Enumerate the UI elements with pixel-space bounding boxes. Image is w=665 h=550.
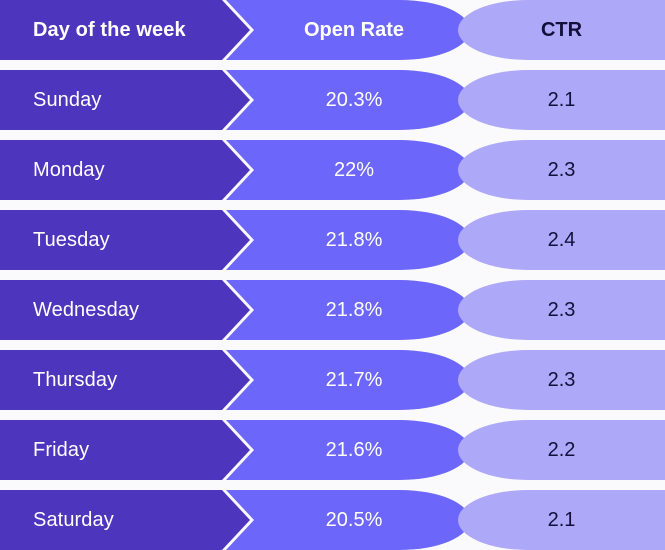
column-header-ctr: CTR [458,0,665,60]
column-header-day-label: Day of the week [33,19,186,41]
cell-open-rate: 21.8% [226,210,470,270]
cell-day-label: Sunday [33,89,102,111]
cell-open-rate-value: 21.8% [325,299,383,321]
cell-ctr: 2.2 [458,420,665,480]
cell-day: Friday [0,420,250,480]
cell-ctr-value: 2.2 [547,439,576,461]
table-row: Thursday 21.7% 2.3 [0,350,665,410]
cell-open-rate: 20.5% [226,490,470,550]
cell-open-rate: 21.8% [226,280,470,340]
cell-ctr-value: 2.1 [547,509,576,531]
cell-ctr: 2.3 [458,350,665,410]
table-row: Tuesday 21.8% 2.4 [0,210,665,270]
cell-open-rate-value: 20.3% [325,89,383,111]
cell-open-rate: 21.6% [226,420,470,480]
table-row: Wednesday 21.8% 2.3 [0,280,665,340]
cell-open-rate-value: 21.8% [325,229,383,251]
cell-ctr-value: 2.3 [547,369,576,391]
table-row: Sunday 20.3% 2.1 [0,70,665,130]
cell-day-label: Monday [33,159,105,181]
cell-ctr: 2.3 [458,140,665,200]
column-header-open-rate: Open Rate [226,0,470,60]
cell-ctr: 2.1 [458,490,665,550]
cell-day: Wednesday [0,280,250,340]
cell-day-label: Saturday [33,509,114,531]
cell-day: Sunday [0,70,250,130]
cell-ctr-value: 2.3 [547,299,576,321]
cell-open-rate-value: 20.5% [325,509,383,531]
engagement-table: Day of the week Open Rate CTR Sunday 20.… [0,0,665,550]
cell-day: Monday [0,140,250,200]
table-row: Monday 22% 2.3 [0,140,665,200]
cell-ctr-value: 2.3 [547,159,576,181]
cell-open-rate-value: 22% [333,159,375,181]
table-header-row: Day of the week Open Rate CTR [0,0,665,60]
cell-open-rate: 22% [226,140,470,200]
cell-open-rate-value: 21.7% [325,369,383,391]
cell-open-rate-value: 21.6% [325,439,383,461]
cell-day-label: Tuesday [33,229,110,251]
cell-day-label: Thursday [33,369,118,391]
table-row: Friday 21.6% 2.2 [0,420,665,480]
cell-ctr-value: 2.4 [547,229,576,251]
cell-open-rate: 20.3% [226,70,470,130]
cell-day: Tuesday [0,210,250,270]
cell-day-label: Wednesday [33,299,140,321]
cell-ctr: 2.4 [458,210,665,270]
column-header-ctr-label: CTR [540,19,583,41]
column-header-day: Day of the week [0,0,250,60]
cell-ctr: 2.3 [458,280,665,340]
cell-ctr-value: 2.1 [547,89,576,111]
cell-day: Thursday [0,350,250,410]
column-header-open-rate-label: Open Rate [303,19,405,41]
cell-open-rate: 21.7% [226,350,470,410]
cell-day-label: Friday [33,439,90,461]
cell-day: Saturday [0,490,250,550]
cell-ctr: 2.1 [458,70,665,130]
table-row: Saturday 20.5% 2.1 [0,490,665,550]
